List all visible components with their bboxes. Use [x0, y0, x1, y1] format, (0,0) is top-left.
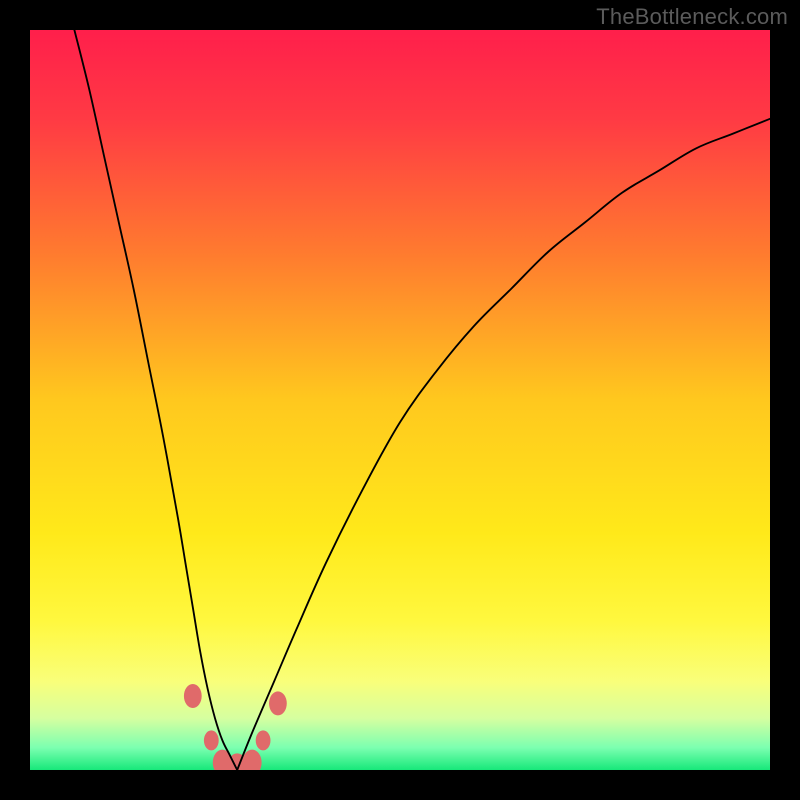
marker-point	[242, 750, 261, 770]
curve-right	[237, 119, 770, 770]
marker-point	[269, 691, 287, 715]
plot-area	[30, 30, 770, 770]
watermark-text: TheBottleneck.com	[596, 4, 788, 30]
markers-group	[184, 684, 287, 770]
marker-point	[204, 730, 219, 750]
marker-point	[184, 684, 202, 708]
curve-layer	[30, 30, 770, 770]
chart-frame: TheBottleneck.com	[0, 0, 800, 800]
curve-left	[74, 30, 237, 770]
marker-point	[256, 730, 271, 750]
